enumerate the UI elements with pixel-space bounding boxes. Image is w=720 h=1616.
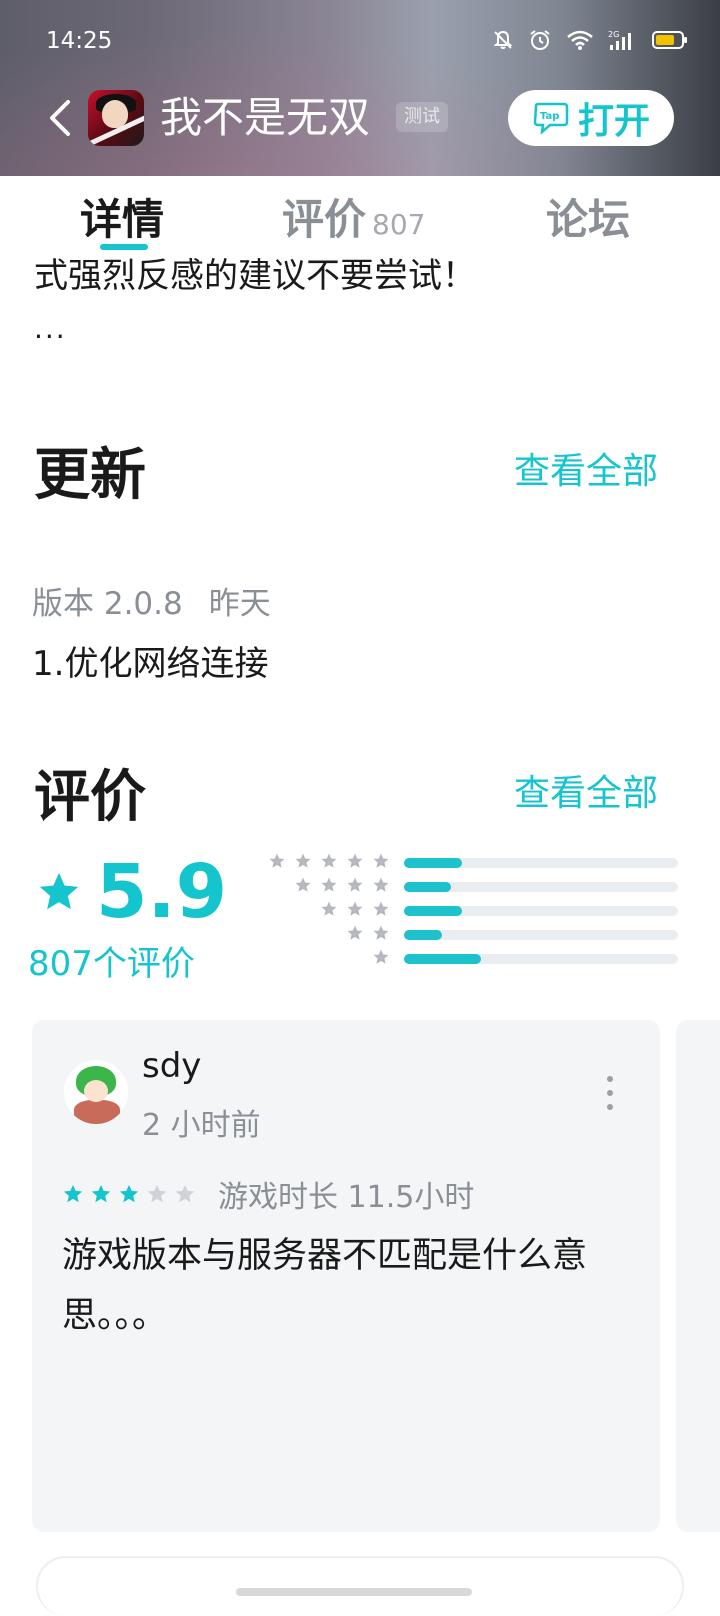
tab-bar: 详情 评价 807 论坛: [0, 176, 720, 250]
review-stars: [62, 1183, 196, 1205]
star-icon: [347, 853, 363, 868]
star-filled-icon: [91, 1184, 111, 1203]
tab-indicator: [100, 244, 148, 250]
rating-bar-fill: [404, 954, 481, 964]
update-section-title: 更新: [34, 443, 146, 508]
star-icon: [295, 853, 311, 868]
avatar[interactable]: [64, 1060, 128, 1124]
signal-2g-icon: 2G: [608, 30, 631, 50]
star-empty-icon: [175, 1184, 195, 1203]
ratings-see-all-link[interactable]: 查看全部: [514, 764, 658, 816]
rating-bar-track: [404, 930, 678, 940]
app-icon: [88, 90, 144, 146]
description-text: 式强烈反感的建议不要尝试！: [34, 256, 476, 296]
tab-forum-label: 论坛: [546, 195, 631, 244]
tab-reviews[interactable]: 评价 807: [282, 186, 425, 247]
rating-bar-fill: [404, 882, 451, 892]
next-review-card[interactable]: [676, 1020, 720, 1532]
star-icon: [321, 877, 337, 892]
rating-row-4: [260, 876, 680, 900]
star-empty-icon: [147, 1184, 167, 1203]
mute-bell-icon: [493, 30, 513, 49]
rating-count: 807个评价: [28, 944, 195, 984]
star-icon: [347, 877, 363, 892]
ratings-section-title: 评价: [34, 765, 146, 830]
star-filled-icon: [119, 1184, 139, 1203]
star-icon: [373, 877, 389, 892]
rating-row-3: [260, 900, 680, 924]
update-note: 1.优化网络连接: [32, 644, 269, 684]
top-nav: 我不是无双 测试 Tap 打开: [0, 86, 720, 150]
rating-score: 5.9: [96, 849, 228, 935]
app-title: 我不是无双: [160, 93, 371, 142]
star-icon: [373, 901, 389, 916]
star-filled-icon: [63, 1184, 83, 1203]
more-options-icon[interactable]: [598, 1076, 622, 1110]
tab-reviews-label: 评价: [282, 195, 367, 244]
star-icon: [347, 901, 363, 916]
rating-bar-fill: [404, 906, 462, 916]
app-header: 14:25 2G 我不是无双 测试 Tap 打开: [0, 0, 720, 176]
star-icon: [373, 925, 389, 940]
rating-row-stars: [346, 924, 390, 942]
rating-row-1: [260, 948, 680, 972]
status-icons: 2G: [492, 28, 687, 52]
rating-summary: 5.9: [36, 852, 227, 932]
tap-logo-text: Tap: [540, 111, 559, 122]
svg-text:2G: 2G: [608, 30, 619, 39]
star-icon: [347, 925, 363, 940]
star-icon: [295, 877, 311, 892]
rating-bar-track: [404, 906, 678, 916]
home-indicator: [236, 1588, 472, 1596]
review-rating: 游戏时长 11.5小时: [62, 1172, 474, 1216]
review-text: 游戏版本与服务器不匹配是什么意思。。。: [62, 1236, 588, 1336]
reviewer-name[interactable]: sdy: [142, 1046, 201, 1086]
rating-bar-track: [404, 858, 678, 868]
status-time: 14:25: [46, 28, 113, 54]
star-icon: [321, 901, 337, 916]
alarm-icon: [530, 30, 550, 50]
star-icon: [373, 949, 389, 964]
version-number: 版本 2.0.8: [32, 586, 183, 622]
bottom-action-bar: [36, 1556, 684, 1616]
tab-forum[interactable]: 论坛: [546, 186, 630, 247]
review-playtime: 游戏时长 11.5小时: [218, 1180, 475, 1215]
version-date: 昨天: [208, 586, 271, 622]
star-icon: [373, 853, 389, 868]
rating-row-stars: [268, 852, 390, 870]
tab-details-label: 详情: [80, 195, 165, 244]
open-button-label: 打开: [577, 101, 650, 142]
review-card[interactable]: sdy 2 小时前 游戏时长 11.5小时 游戏版本与服务器不匹配是什么意思。。…: [32, 1020, 660, 1532]
star-icon: [269, 853, 285, 868]
rating-row-2: [260, 924, 680, 948]
back-arrow-icon[interactable]: [42, 96, 82, 140]
star-icon: [39, 872, 79, 910]
tab-reviews-count: 807: [372, 208, 426, 241]
description-expand[interactable]: ...: [34, 312, 67, 345]
battery-icon: [652, 31, 687, 49]
rating-bar-track: [404, 954, 678, 964]
test-badge: 测试: [396, 102, 448, 132]
review-time: 2 小时前: [142, 1108, 261, 1143]
version-line: 版本 2.0.8 昨天: [32, 578, 271, 623]
wifi-icon: [567, 30, 593, 50]
taptap-logo-icon: Tap: [533, 102, 569, 134]
tab-details[interactable]: 详情: [80, 186, 164, 247]
rating-row-stars: [294, 876, 390, 894]
rating-bar-fill: [404, 858, 462, 868]
open-button[interactable]: Tap 打开: [508, 90, 674, 146]
status-bar: 14:25 2G: [0, 0, 720, 80]
rating-row-stars: [372, 948, 390, 966]
rating-row-stars: [320, 900, 390, 918]
rating-bar-fill: [404, 930, 442, 940]
update-see-all-link[interactable]: 查看全部: [514, 442, 658, 494]
rating-row-5: [260, 852, 680, 876]
star-icon: [321, 853, 337, 868]
rating-bar-track: [404, 882, 678, 892]
